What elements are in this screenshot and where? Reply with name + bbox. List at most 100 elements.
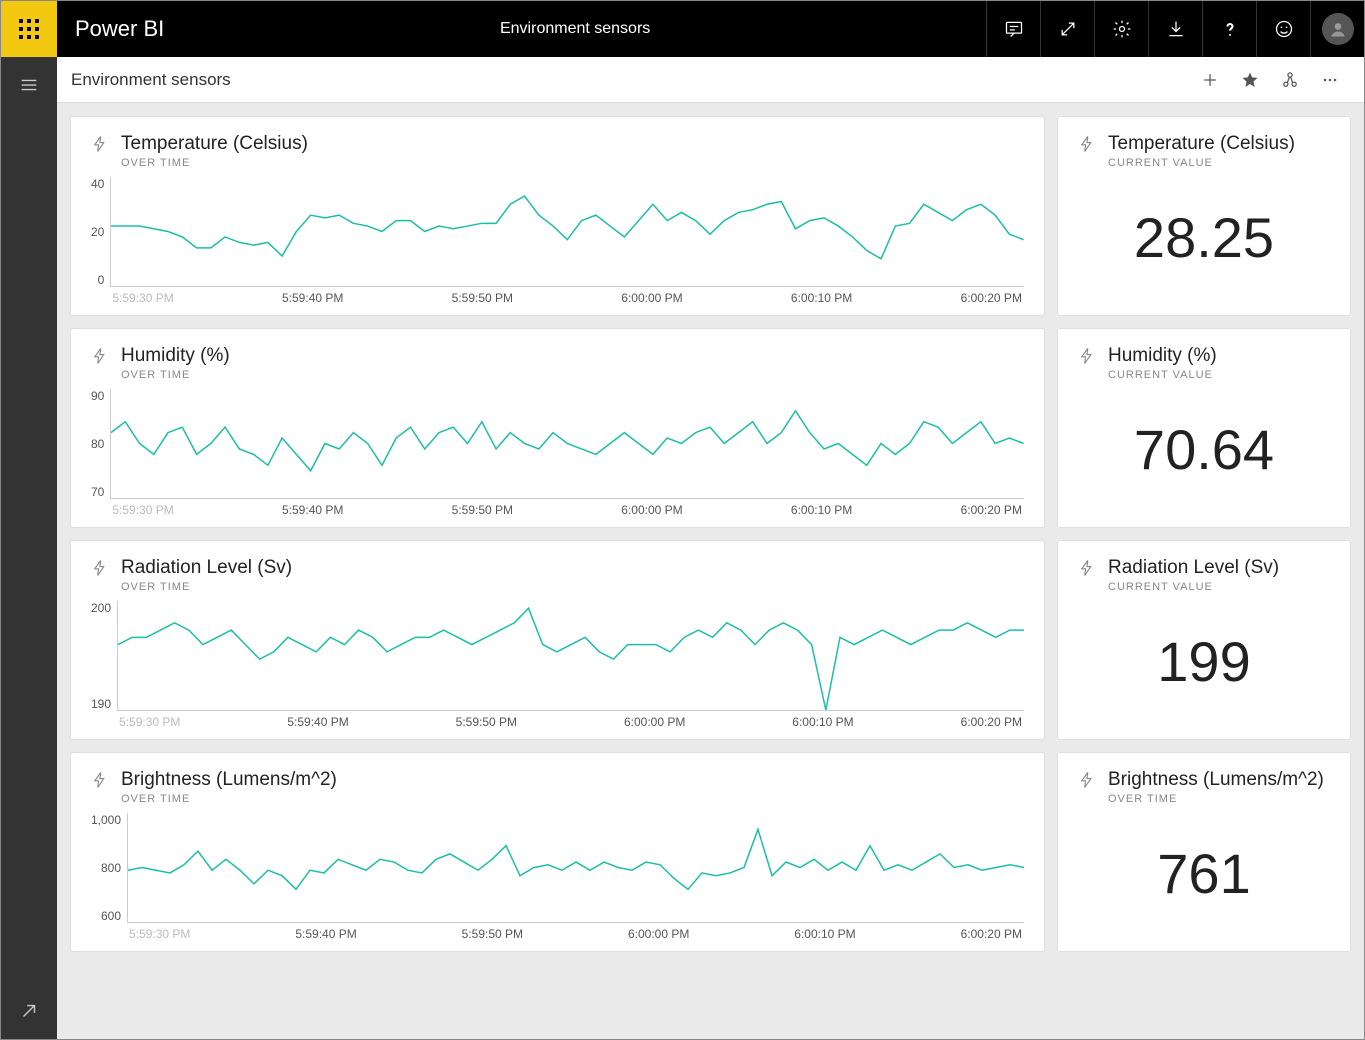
tile-title: Temperature (Celsius) <box>121 133 308 155</box>
tile-subtitle: CURRENT VALUE <box>1108 157 1295 169</box>
smiley-icon <box>1274 19 1294 39</box>
line-chart <box>110 389 1024 499</box>
chart-tile[interactable]: Brightness (Lumens/m^2) OVER TIME 1,000 8… <box>71 753 1044 951</box>
share-icon <box>1280 70 1300 90</box>
bolt-icon <box>91 135 109 153</box>
top-title: Environment sensors <box>164 20 986 38</box>
help-button[interactable] <box>1202 1 1256 57</box>
hamburger-icon <box>18 74 40 96</box>
tile-title: Temperature (Celsius) <box>1108 133 1295 155</box>
question-icon <box>1220 19 1240 39</box>
download-button[interactable] <box>1148 1 1202 57</box>
settings-button[interactable] <box>1094 1 1148 57</box>
y-tick: 1,000 <box>91 813 121 827</box>
y-tick: 70 <box>91 485 104 499</box>
x-tick: 5:59:40 PM <box>282 503 343 517</box>
favorite-button[interactable] <box>1230 60 1270 100</box>
x-axis: 5:59:30 PM 5:59:40 PM 5:59:50 PM 6:00:00 PM… <box>127 927 1024 941</box>
y-tick: 0 <box>98 273 105 287</box>
x-tick: 6:00:00 PM <box>621 503 682 517</box>
popout-button[interactable] <box>1 983 57 1039</box>
more-button[interactable] <box>1310 60 1350 100</box>
y-axis: 1,000800600 <box>91 813 127 941</box>
x-tick: 6:00:10 PM <box>791 291 852 305</box>
x-tick: 5:59:40 PM <box>295 927 356 941</box>
line-chart <box>127 813 1024 923</box>
add-tile-button[interactable] <box>1190 60 1230 100</box>
bolt-icon <box>91 347 109 365</box>
x-axis: 5:59:30 PM 5:59:40 PM 5:59:50 PM 6:00:00 PM… <box>110 503 1024 517</box>
x-axis: 5:59:30 PM5:59:40 PM5:59:50 PM6:00:00 PM… <box>110 291 1024 305</box>
tile-title: Brightness (Lumens/m^2) <box>1108 769 1324 791</box>
x-tick: 5:59:50 PM <box>462 927 523 941</box>
x-tick: 5:59:40 PM <box>282 291 343 305</box>
line-chart <box>110 177 1024 287</box>
nav-toggle-button[interactable] <box>1 57 57 113</box>
y-tick: 40 <box>91 177 104 191</box>
value-tile[interactable]: Radiation Level (Sv) CURRENT VALUE 199 <box>1058 541 1350 739</box>
message-icon <box>1004 19 1024 39</box>
chart-tile[interactable]: Temperature (Celsius) OVER TIME 40200 5:… <box>71 117 1044 315</box>
tile-subtitle: OVER TIME <box>121 369 230 381</box>
current-value: 70.64 <box>1078 381 1330 517</box>
x-tick: 6:00:00 PM <box>624 715 685 729</box>
app-launcher-button[interactable] <box>1 1 57 57</box>
value-tile[interactable]: Temperature (Celsius) CURRENT VALUE 28.2… <box>1058 117 1350 315</box>
ellipsis-icon <box>1320 70 1340 90</box>
line-chart <box>117 601 1024 711</box>
tile-subtitle: OVER TIME <box>121 581 292 593</box>
chart-tile[interactable]: Humidity (%) OVER TIME 908070 5:59:30 PM… <box>71 329 1044 527</box>
bolt-icon <box>91 559 109 577</box>
y-axis: 40200 <box>91 177 110 305</box>
x-tick: 5:59:50 PM <box>456 715 517 729</box>
arrow-up-right-icon <box>18 1000 40 1022</box>
feedback-button[interactable] <box>1256 1 1310 57</box>
y-axis: 908070 <box>91 389 110 517</box>
expand-icon <box>1058 19 1078 39</box>
plus-icon <box>1200 70 1220 90</box>
x-axis: 5:59:30 PM5:59:40 PM5:59:50 PM6:00:00 PM… <box>117 715 1024 729</box>
waffle-icon <box>17 17 41 41</box>
brand-label: Power BI <box>75 16 164 42</box>
bolt-icon <box>1078 135 1096 153</box>
x-tick: 5:59:30 PM <box>129 927 190 941</box>
bolt-icon <box>1078 771 1096 789</box>
tile-title: Radiation Level (Sv) <box>1108 557 1279 579</box>
y-tick: 800 <box>101 861 121 875</box>
tile-subtitle: OVER TIME <box>121 793 337 805</box>
x-tick: 5:59:50 PM <box>452 503 513 517</box>
tile-title: Brightness (Lumens/m^2) <box>121 769 337 791</box>
notifications-button[interactable] <box>986 1 1040 57</box>
value-tile[interactable]: Humidity (%) CURRENT VALUE 70.64 <box>1058 329 1350 527</box>
bolt-icon <box>1078 559 1096 577</box>
x-tick: 6:00:10 PM <box>791 503 852 517</box>
current-value: 761 <box>1078 805 1330 941</box>
page-title: Environment sensors <box>71 70 231 90</box>
tile-subtitle: OVER TIME <box>1108 793 1324 805</box>
account-button[interactable] <box>1310 1 1364 57</box>
y-tick: 190 <box>91 697 111 711</box>
tile-subtitle: CURRENT VALUE <box>1108 369 1217 381</box>
x-tick: 6:00:20 PM <box>961 715 1022 729</box>
star-icon <box>1240 70 1260 90</box>
tile-subtitle: OVER TIME <box>121 157 308 169</box>
x-tick: 6:00:20 PM <box>961 291 1022 305</box>
value-tile[interactable]: Brightness (Lumens/m^2) OVER TIME 761 <box>1058 753 1350 951</box>
chart-tile[interactable]: Radiation Level (Sv) OVER TIME 200190 5:… <box>71 541 1044 739</box>
share-button[interactable] <box>1270 60 1310 100</box>
gear-icon <box>1112 19 1132 39</box>
bolt-icon <box>1078 347 1096 365</box>
tile-title: Humidity (%) <box>121 345 230 367</box>
x-tick: 6:00:00 PM <box>621 291 682 305</box>
x-tick: 6:00:20 PM <box>961 503 1022 517</box>
x-tick: 5:59:30 PM <box>112 503 173 517</box>
x-tick: 6:00:10 PM <box>794 927 855 941</box>
tile-subtitle: CURRENT VALUE <box>1108 581 1279 593</box>
y-tick: 200 <box>91 601 111 615</box>
download-icon <box>1166 19 1186 39</box>
x-tick: 6:00:00 PM <box>628 927 689 941</box>
y-tick: 80 <box>91 437 104 451</box>
x-tick: 6:00:20 PM <box>961 927 1022 941</box>
fullscreen-button[interactable] <box>1040 1 1094 57</box>
tile-title: Humidity (%) <box>1108 345 1217 367</box>
